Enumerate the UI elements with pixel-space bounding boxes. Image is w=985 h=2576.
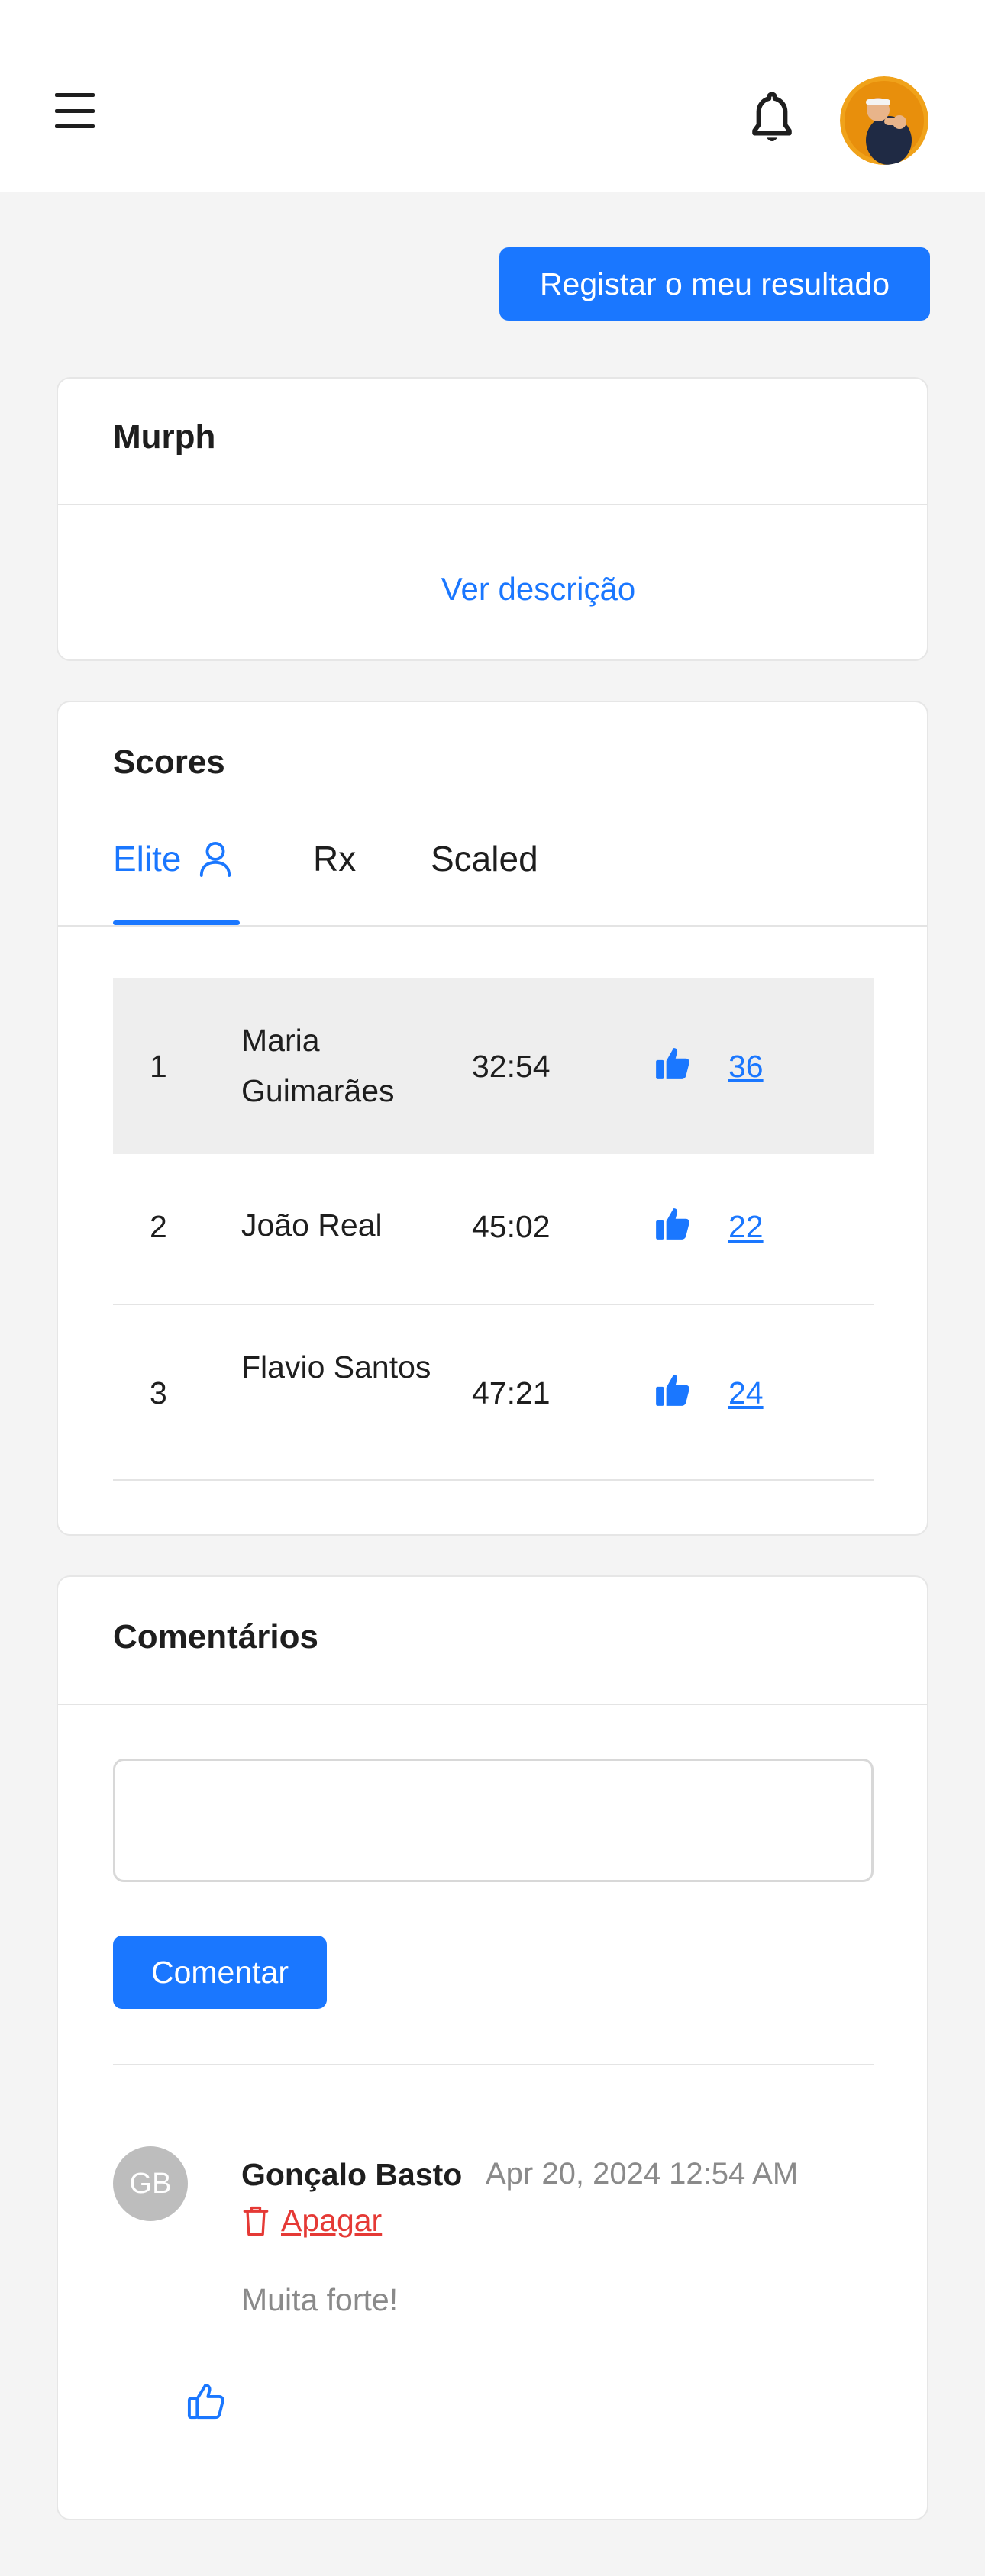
divider: [113, 2064, 874, 2065]
divider: [58, 925, 927, 927]
comments-title: Comentários: [113, 1618, 318, 1656]
trash-icon: [243, 2206, 269, 2236]
table-row: 1 Maria Guimarães 32:54 36: [113, 978, 874, 1154]
comment-input[interactable]: [113, 1759, 874, 1882]
comment-author: Gonçalo Basto: [241, 2157, 463, 2192]
divider: [58, 504, 927, 505]
delete-comment-button[interactable]: Apagar: [241, 2203, 382, 2239]
row-divider: [113, 1479, 874, 1481]
tab-elite[interactable]: Elite: [113, 838, 233, 879]
tab-label: Scaled: [431, 839, 538, 879]
likes-count[interactable]: 22: [728, 1209, 764, 1245]
delete-label: Apagar: [281, 2203, 383, 2238]
top-app-bar: [0, 0, 985, 192]
thumbs-up-icon[interactable]: [654, 1371, 692, 1409]
athlete-name[interactable]: Flavio Santos: [241, 1342, 455, 1392]
submit-comment-button[interactable]: Comentar: [113, 1936, 327, 2009]
person-icon: [200, 841, 231, 877]
scores-card: Scores Elite Rx Scaled 1 Maria Guimarães…: [57, 701, 928, 1536]
comments-card: Comentários Comentar GB Gonçalo Basto Ap…: [57, 1575, 928, 2520]
avatar: GB: [113, 2146, 188, 2221]
score-time: 32:54: [472, 1049, 551, 1084]
athlete-name[interactable]: Maria Guimarães: [241, 1015, 455, 1116]
tab-rx[interactable]: Rx: [313, 838, 356, 879]
rank: 2: [150, 1209, 167, 1244]
workout-card: Murph Ver descrição: [57, 377, 928, 661]
score-time: 47:21: [472, 1375, 551, 1411]
thumbs-up-icon[interactable]: [654, 1044, 692, 1082]
view-description-link[interactable]: Ver descrição: [58, 571, 927, 608]
table-row: 2 João Real 45:02 22: [113, 1154, 874, 1299]
divider: [58, 1704, 927, 1705]
scores-title: Scores: [113, 743, 225, 781]
tab-scaled[interactable]: Scaled: [431, 838, 538, 879]
athlete-name[interactable]: João Real: [241, 1200, 455, 1250]
comment-text: Muita forte!: [241, 2282, 399, 2317]
likes-count[interactable]: 36: [728, 1049, 764, 1085]
workout-title: Murph: [113, 418, 216, 456]
score-time: 45:02: [472, 1209, 551, 1244]
rank: 3: [150, 1375, 167, 1411]
thumbs-up-outline-icon[interactable]: [186, 2381, 226, 2421]
thumbs-up-icon[interactable]: [654, 1204, 692, 1243]
comment-date: Apr 20, 2024 12:54 AM: [486, 2157, 799, 2191]
table-row: 3 Flavio Santos 47:21 24: [113, 1305, 874, 1481]
register-result-button[interactable]: Registar o meu resultado: [499, 247, 930, 321]
likes-count[interactable]: 24: [728, 1375, 764, 1411]
bell-icon[interactable]: [747, 90, 797, 148]
rank: 1: [150, 1049, 167, 1084]
hamburger-menu-icon[interactable]: [55, 93, 95, 128]
tab-label: Rx: [313, 839, 357, 879]
tab-label: Elite: [113, 839, 182, 879]
avatar[interactable]: [840, 76, 928, 165]
